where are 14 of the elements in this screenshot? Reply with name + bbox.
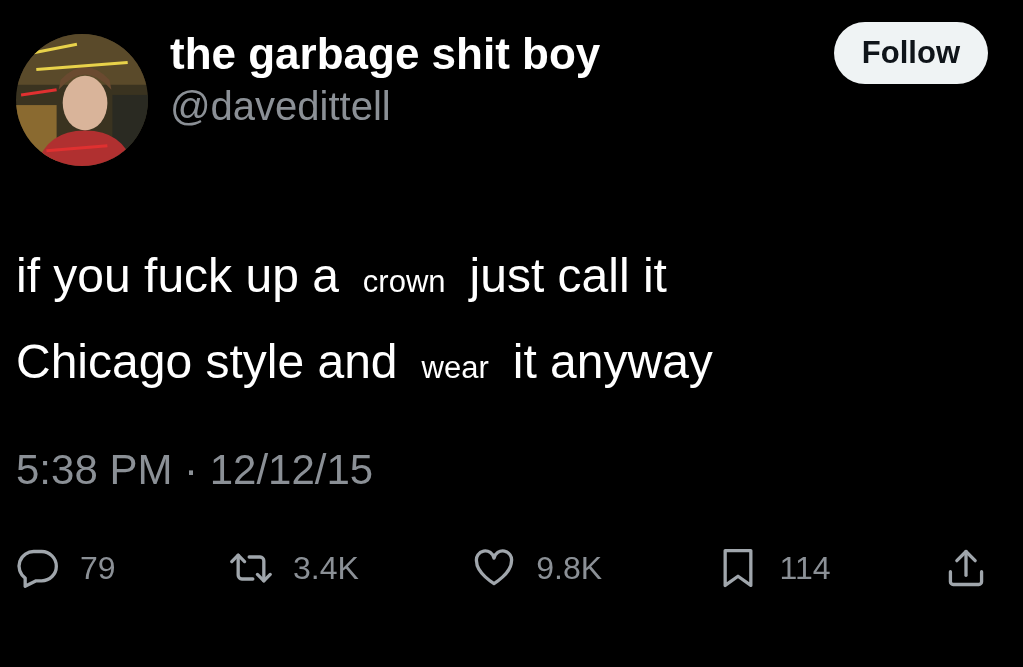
action-count: 9.8K: [536, 549, 603, 587]
username: @davedittell: [170, 83, 392, 130]
follow-button[interactable]: Follow: [833, 22, 988, 84]
tweet-text: Chicago style and: [16, 334, 398, 389]
action-count: 114: [779, 549, 831, 587]
tweet-text: it anyway: [512, 334, 713, 389]
timestamp: 5:38 PM · 12/12/15: [16, 446, 375, 494]
tweet-text: wear: [421, 350, 489, 386]
tweet-text: crown: [362, 264, 446, 300]
tweet-text: just call it: [469, 248, 667, 303]
display-name: the garbage shit boy: [170, 28, 602, 80]
action-count: 3.4K: [293, 549, 359, 587]
tweet-text: if you fuck up a: [16, 248, 339, 303]
action-count: 79: [80, 549, 116, 587]
